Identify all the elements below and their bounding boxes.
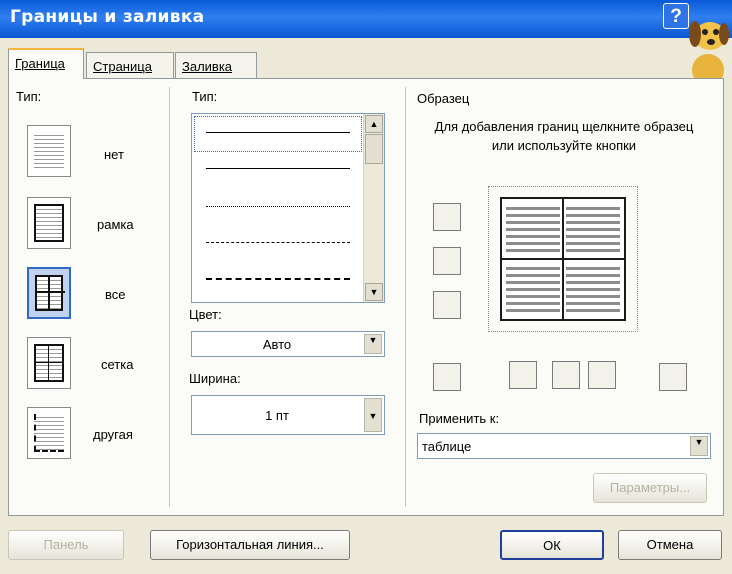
setting-none-label[interactable]: нет xyxy=(104,147,124,162)
panel-button[interactable]: Панель xyxy=(8,530,124,560)
line-style-dashed[interactable] xyxy=(206,242,350,243)
scroll-thumb[interactable] xyxy=(365,134,383,164)
ok-button[interactable]: ОК xyxy=(500,530,604,560)
apply-to-label: Применить к: xyxy=(419,411,500,426)
left-border-button[interactable] xyxy=(509,361,537,389)
type-label: Тип: xyxy=(16,89,42,104)
inside-horizontal-border-button[interactable] xyxy=(433,247,461,275)
preview-hint: Для добавления границ щелкните образец и… xyxy=(434,119,694,153)
grid-border-icon[interactable] xyxy=(27,337,71,389)
color-select[interactable]: Авто ▼ xyxy=(191,331,385,357)
setting-box-label[interactable]: рамка xyxy=(97,217,134,232)
horizontal-line-button[interactable]: Горизонтальная линия... xyxy=(150,530,350,560)
cancel-button[interactable]: Отмена xyxy=(618,530,722,560)
custom-border-icon[interactable] xyxy=(27,407,71,459)
none-border-icon[interactable] xyxy=(27,125,71,177)
selected-line-style[interactable] xyxy=(194,116,362,152)
preview-label: Образец xyxy=(417,91,470,106)
style-label: Тип: xyxy=(192,89,218,104)
width-select[interactable]: 1 пт ▼ xyxy=(191,395,385,435)
preview-sample[interactable] xyxy=(500,197,626,321)
inside-vertical-border-button[interactable] xyxy=(552,361,580,389)
line-style-dash-dot[interactable] xyxy=(206,278,350,280)
diagonal-up-border-button[interactable] xyxy=(433,363,461,391)
line-style-solid-thin[interactable] xyxy=(206,132,350,133)
setting-all-label[interactable]: все xyxy=(105,287,126,302)
right-border-button[interactable] xyxy=(588,361,616,389)
color-value: Авто xyxy=(262,336,292,352)
scroll-up-icon[interactable]: ▲ xyxy=(365,115,383,133)
apply-to-value: таблице xyxy=(422,438,472,454)
line-style-solid[interactable] xyxy=(206,168,350,169)
apply-to-select[interactable]: таблице ▼ xyxy=(417,433,711,459)
all-borders-icon[interactable] xyxy=(27,267,71,319)
chevron-down-icon[interactable]: ▼ xyxy=(690,436,708,456)
chevron-down-icon[interactable]: ▼ xyxy=(364,398,382,432)
tab-border[interactable]: Граница xyxy=(8,48,84,79)
office-assistant-dog-icon[interactable] xyxy=(680,0,732,88)
divider-right xyxy=(405,87,406,507)
scroll-down-icon[interactable]: ▼ xyxy=(365,283,383,301)
title-bar: Границы и заливка ? xyxy=(0,0,732,38)
box-border-icon[interactable] xyxy=(27,197,71,249)
line-style-list[interactable]: ▲ ▼ xyxy=(191,113,385,303)
top-border-button[interactable] xyxy=(433,203,461,231)
chevron-down-icon[interactable]: ▼ xyxy=(364,334,382,354)
divider-left xyxy=(169,87,170,507)
options-button[interactable]: Параметры... xyxy=(593,473,707,503)
window-title: Границы и заливка xyxy=(10,7,205,27)
diagonal-down-border-button[interactable] xyxy=(659,363,687,391)
setting-custom-label[interactable]: другая xyxy=(93,427,133,442)
tab-shading[interactable]: Заливка xyxy=(175,52,257,78)
color-label: Цвет: xyxy=(189,307,222,322)
width-value: 1 пт xyxy=(265,407,289,423)
width-label: Ширина: xyxy=(189,371,241,386)
setting-grid-label[interactable]: сетка xyxy=(101,357,133,372)
line-style-scrollbar[interactable]: ▲ ▼ xyxy=(363,114,384,302)
bottom-border-button[interactable] xyxy=(433,291,461,319)
tab-page[interactable]: Страница xyxy=(86,52,174,78)
line-style-dotted[interactable] xyxy=(206,206,350,207)
